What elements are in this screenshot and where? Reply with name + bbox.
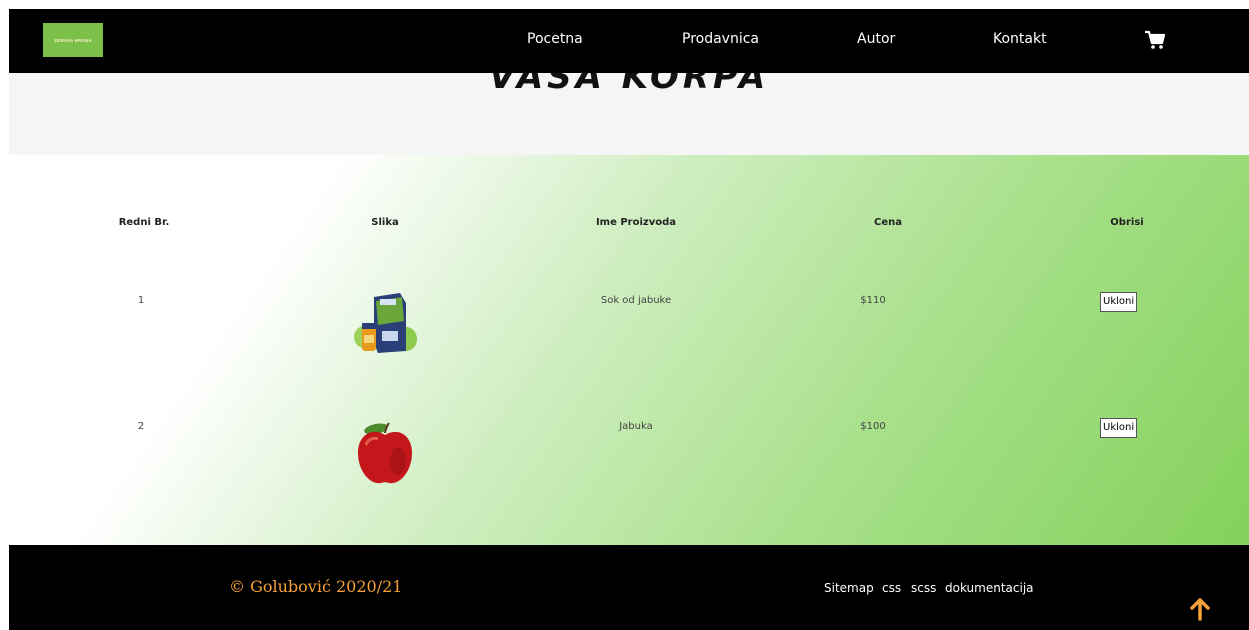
cart-icon[interactable] (1144, 30, 1166, 50)
nav-prodavnica[interactable]: Prodavnica (682, 31, 759, 47)
row-number: 2 (137, 421, 145, 432)
footer-link-dokumentacija[interactable]: dokumentacija (945, 581, 1034, 595)
page: ZDRAVA HRANA Pocetna Prodavnica Autor Ko… (9, 9, 1249, 630)
column-header-image: Slika (371, 217, 399, 228)
product-price: $110 (860, 295, 886, 306)
site-logo[interactable]: ZDRAVA HRANA (43, 23, 103, 57)
column-header-number: Redni Br. (118, 217, 170, 228)
nav-autor[interactable]: Autor (857, 31, 895, 47)
footer-link-css[interactable]: css (882, 581, 901, 595)
footer-link-scss[interactable]: scss (911, 581, 936, 595)
page-title: VASA KORPA (488, 73, 770, 97)
column-header-product-name: Ime Proizvoda (595, 217, 677, 228)
remove-button[interactable]: Ukloni (1100, 292, 1138, 312)
column-header-price: Cena (874, 217, 902, 228)
nav-kontakt[interactable]: Kontakt (993, 31, 1047, 47)
cart-table: Redni Br. Slika Ime Proizvoda Cena Obris… (9, 155, 1249, 545)
logo-text: ZDRAVA HRANA (54, 37, 92, 43)
column-header-remove: Obrisi (1110, 217, 1144, 228)
product-name: Jabuka (619, 421, 653, 432)
juice-pack-image (352, 291, 420, 357)
nav-pocetna[interactable]: Pocetna (527, 31, 583, 47)
footer: © Golubović 2020/21 Sitemap css scss dok… (9, 545, 1249, 630)
navbar: ZDRAVA HRANA Pocetna Prodavnica Autor Ko… (9, 9, 1249, 73)
product-name: Sok od jabuke (600, 295, 672, 306)
footer-link-sitemap[interactable]: Sitemap (824, 581, 874, 595)
row-number: 1 (137, 295, 145, 306)
arrow-up-icon[interactable] (1189, 597, 1211, 621)
remove-button[interactable]: Ukloni (1100, 418, 1138, 438)
copyright: © Golubović 2020/21 (229, 577, 403, 596)
page-header: VASA KORPA (9, 73, 1249, 155)
product-price: $100 (860, 421, 886, 432)
apple-image (354, 421, 416, 487)
